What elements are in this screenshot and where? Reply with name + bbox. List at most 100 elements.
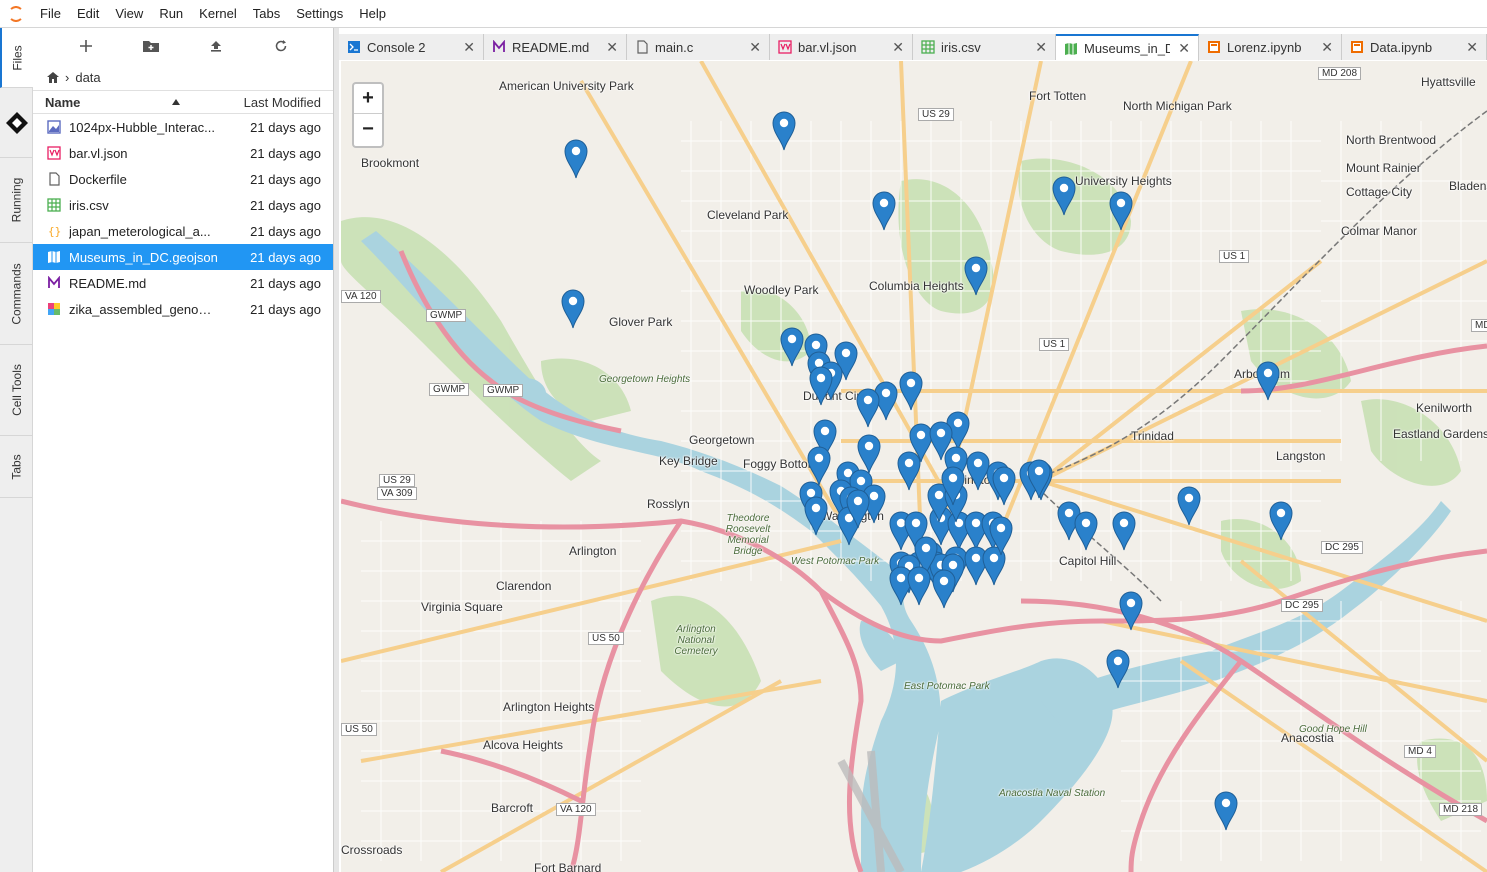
new-launcher-button[interactable]: [71, 34, 101, 58]
file-icon: [635, 40, 649, 54]
map-marker-pin-icon[interactable]: [857, 434, 881, 474]
close-icon[interactable]: ✕: [749, 39, 761, 56]
map-marker-pin-icon[interactable]: [564, 139, 588, 179]
tab-iris-csv[interactable]: iris.csv ✕: [913, 34, 1056, 60]
tab-readme-md[interactable]: README.md ✕: [484, 34, 627, 60]
map-marker-pin-icon[interactable]: [846, 489, 870, 529]
map-marker-pin-icon[interactable]: [856, 388, 880, 428]
map-marker-pin-icon[interactable]: [1119, 591, 1143, 631]
map-marker-pin-icon[interactable]: [1027, 459, 1051, 499]
file-row[interactable]: Museums_in_DC.geojson 21 days ago: [33, 244, 333, 270]
map-marker-pin-icon[interactable]: [561, 289, 585, 329]
sidebar-tab-cell-tools[interactable]: Cell Tools: [0, 345, 33, 436]
map-marker-pin-icon[interactable]: [1269, 501, 1293, 541]
menu-run[interactable]: Run: [151, 0, 191, 28]
file-row[interactable]: 1024px-Hubble_Interac... 21 days ago: [33, 114, 333, 140]
map-place-label: Arlington: [569, 544, 617, 558]
menu-help[interactable]: Help: [351, 0, 394, 28]
map-marker-pin-icon[interactable]: [941, 466, 965, 506]
map-marker-pin-icon[interactable]: [964, 256, 988, 296]
new-folder-button[interactable]: [136, 34, 166, 58]
menu-view[interactable]: View: [107, 0, 151, 28]
file-name: zika_assembled_genom...: [69, 301, 219, 317]
zoom-in-button[interactable]: +: [354, 84, 382, 114]
menu-settings[interactable]: Settings: [288, 0, 351, 28]
file-row[interactable]: README.md 21 days ago: [33, 270, 333, 296]
map-place-label: East Potomac Park: [904, 681, 990, 692]
refresh-button[interactable]: [266, 34, 296, 58]
map-place-label: Anacostia Naval Station: [999, 788, 1106, 799]
column-name-header[interactable]: Name: [33, 95, 233, 110]
upload-icon: [210, 41, 221, 52]
close-icon[interactable]: ✕: [1321, 39, 1333, 56]
geojson-map[interactable]: American University Park Fort Totten North…: [341, 61, 1487, 872]
menu-tabs[interactable]: Tabs: [245, 0, 288, 28]
tab-label: Lorenz.ipynb: [1227, 39, 1302, 55]
geojson-icon: [1064, 42, 1078, 56]
file-row[interactable]: bar.vl.json 21 days ago: [33, 140, 333, 166]
sidebar-tab-tabs[interactable]: Tabs: [0, 436, 33, 498]
map-marker-pin-icon[interactable]: [1106, 649, 1130, 689]
map-marker-pin-icon[interactable]: [932, 569, 956, 609]
map-marker-pin-icon[interactable]: [1074, 511, 1098, 551]
map-place-label: Fort Barnard: [534, 861, 602, 872]
sidebar-tab-files[interactable]: Files: [0, 28, 33, 88]
sidebar-tab-extension[interactable]: [0, 88, 33, 158]
menu-file[interactable]: File: [32, 0, 69, 28]
road-shield: MD 218: [1439, 803, 1483, 816]
map-marker-pin-icon[interactable]: [807, 446, 831, 486]
close-icon[interactable]: ✕: [463, 39, 475, 56]
map-marker-pin-icon[interactable]: [1214, 791, 1238, 831]
tab-label: Console 2: [367, 39, 426, 55]
map-marker-pin-icon[interactable]: [966, 451, 990, 491]
panel-splitter[interactable]: [333, 28, 339, 872]
map-place-label: Cleveland Park: [707, 208, 789, 222]
vega-icon: [47, 146, 61, 160]
map-marker-pin-icon[interactable]: [1256, 361, 1280, 401]
map-marker-pin-icon[interactable]: [1177, 486, 1201, 526]
map-marker-pin-icon[interactable]: [992, 466, 1016, 506]
map-marker-pin-icon[interactable]: [804, 496, 828, 536]
tab-main-c[interactable]: main.c ✕: [627, 34, 770, 60]
markdown-icon: [492, 40, 506, 54]
tab-lorenz-ipynb[interactable]: Lorenz.ipynb ✕: [1199, 34, 1342, 60]
map-marker-pin-icon[interactable]: [929, 421, 953, 461]
file-row[interactable]: zika_assembled_genom... 21 days ago: [33, 296, 333, 322]
close-icon[interactable]: ✕: [606, 39, 618, 56]
map-place-label: Kenilworth: [1416, 401, 1473, 415]
map-marker-pin-icon[interactable]: [1109, 191, 1133, 231]
map-marker-pin-icon[interactable]: [907, 566, 931, 606]
close-icon[interactable]: ✕: [1466, 39, 1478, 56]
tab-data-ipynb[interactable]: Data.ipynb ✕: [1342, 34, 1487, 60]
map-marker-pin-icon[interactable]: [1112, 511, 1136, 551]
upload-button[interactable]: [201, 34, 231, 58]
map-marker-pin-icon[interactable]: [809, 366, 833, 406]
map-place-label: Hyattsville: [1421, 75, 1476, 89]
map-marker-pin-icon[interactable]: [897, 451, 921, 491]
file-row[interactable]: Dockerfile 21 days ago: [33, 166, 333, 192]
home-icon[interactable]: [47, 71, 59, 83]
road-shield: VA 309: [377, 487, 417, 500]
map-marker-pin-icon[interactable]: [989, 516, 1013, 556]
tab-bar-vl-json[interactable]: bar.vl.json ✕: [770, 34, 913, 60]
file-row[interactable]: {} japan_meterological_a... 21 days ago: [33, 218, 333, 244]
menu-kernel[interactable]: Kernel: [191, 0, 245, 28]
tab-museums-in-d[interactable]: Museums_in_D ✕: [1056, 34, 1199, 61]
map-marker-pin-icon[interactable]: [1052, 176, 1076, 216]
map-marker-pin-icon[interactable]: [872, 191, 896, 231]
map-marker-pin-icon[interactable]: [772, 111, 796, 151]
map-marker-pin-icon[interactable]: [899, 371, 923, 411]
sidebar-tab-commands[interactable]: Commands: [0, 243, 33, 345]
sidebar-tab-running[interactable]: Running: [0, 158, 33, 243]
breadcrumb-data[interactable]: data: [75, 70, 100, 85]
close-icon[interactable]: ✕: [1035, 39, 1047, 56]
close-icon[interactable]: ✕: [1178, 40, 1190, 57]
column-modified-header[interactable]: Last Modified: [233, 95, 333, 110]
tab-label: Museums_in_D: [1084, 41, 1171, 56]
tab-console-2[interactable]: Console 2 ✕: [339, 34, 484, 60]
menu-edit[interactable]: Edit: [69, 0, 107, 28]
zoom-out-button[interactable]: −: [354, 114, 382, 144]
close-icon[interactable]: ✕: [892, 39, 904, 56]
map-marker-pin-icon[interactable]: [780, 327, 804, 367]
file-row[interactable]: iris.csv 21 days ago: [33, 192, 333, 218]
